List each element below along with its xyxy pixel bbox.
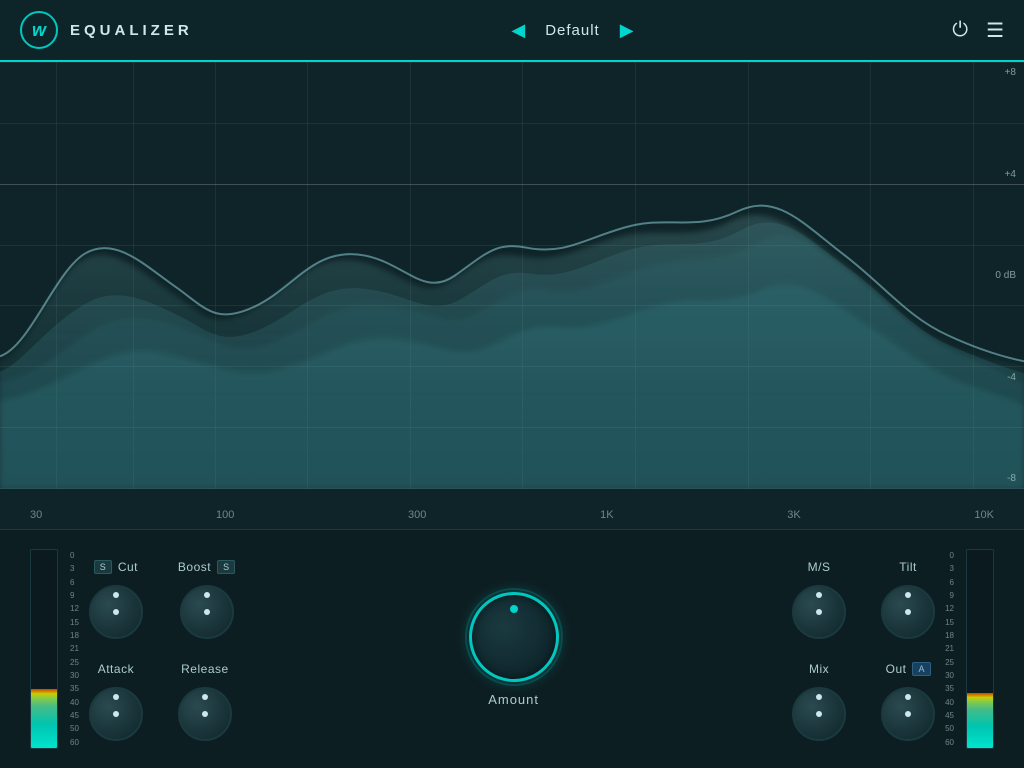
mix-label: Mix — [809, 662, 829, 676]
ms-knob-dot — [816, 592, 822, 598]
header: w EQUALIZER ◀ Default ▶ ⏻ ☰ — [0, 0, 1024, 62]
top-row-knobs: S Cut Boost S — [89, 557, 235, 639]
tilt-knob[interactable] — [881, 585, 935, 639]
freq-3k: 3K — [787, 509, 800, 521]
vu-meter-right-container: 0 3 6 9 12 15 18 21 25 30 35 40 45 50 60 — [945, 549, 1004, 749]
prev-preset-button[interactable]: ◀ — [511, 20, 525, 41]
preset-name: Default — [545, 22, 600, 39]
freq-300: 300 — [408, 509, 426, 521]
attack-label: Attack — [98, 662, 134, 676]
vu-meter-left — [30, 549, 58, 749]
app-title: EQUALIZER — [70, 22, 193, 39]
amount-label: Amount — [488, 692, 539, 707]
amount-container: Amount — [469, 592, 559, 707]
freq-labels: 30 100 300 1K 3K 10K — [30, 509, 994, 521]
db-label-4n: -4 — [995, 372, 1016, 383]
header-left: w EQUALIZER — [20, 11, 193, 49]
out-group: Out A — [881, 659, 935, 741]
bottom-row-right: Mix Out A — [792, 659, 935, 741]
cut-knob[interactable] — [89, 585, 143, 639]
next-preset-button[interactable]: ▶ — [620, 20, 634, 41]
cut-label: Cut — [118, 560, 138, 574]
vu-labels-right: 0 3 6 9 12 15 18 21 25 30 35 40 45 50 60 — [945, 549, 954, 749]
release-knob-dot — [202, 694, 208, 700]
vu-fill-right — [967, 693, 993, 748]
db-label-8n: -8 — [995, 473, 1016, 484]
amount-knob[interactable] — [469, 592, 559, 682]
header-center: ◀ Default ▶ — [511, 20, 633, 41]
vu-meter-left-container: 0 3 6 9 12 15 18 21 25 30 35 40 45 50 60 — [20, 549, 79, 749]
tilt-knob-dot — [905, 592, 911, 598]
boost-knob-dot — [204, 592, 210, 598]
release-group: Release — [178, 659, 232, 741]
freq-10k: 10K — [974, 509, 994, 521]
db-label-8p: +8 — [995, 67, 1016, 78]
mix-group: Mix — [792, 659, 846, 741]
header-right: ⏻ ☰ — [952, 18, 1004, 43]
vu-fill-left — [31, 689, 57, 748]
amount-knob-dot — [510, 605, 518, 613]
tilt-group: Tilt — [881, 557, 935, 639]
out-label: Out — [886, 662, 907, 676]
cut-group: S Cut — [89, 557, 143, 639]
attack-knob-dot — [113, 694, 119, 700]
mix-knob-dot — [816, 694, 822, 700]
cut-badge: S — [94, 560, 112, 574]
freq-100: 100 — [216, 509, 234, 521]
controls-inner: S Cut Boost S — [79, 557, 945, 741]
out-badge: A — [912, 662, 930, 676]
out-knob[interactable] — [881, 687, 935, 741]
power-icon[interactable]: ⏻ — [952, 19, 968, 42]
ms-label: M/S — [808, 560, 831, 574]
vu-labels-left: 0 3 6 9 12 15 18 21 25 30 35 40 45 50 60 — [70, 549, 79, 749]
boost-label: Boost — [178, 560, 211, 574]
ms-knob[interactable] — [792, 585, 846, 639]
freq-1k: 1K — [600, 509, 613, 521]
left-knobs: S Cut Boost S — [89, 557, 235, 741]
vu-meter-right — [966, 549, 994, 749]
menu-icon[interactable]: ☰ — [986, 18, 1004, 43]
out-knob-dot — [905, 694, 911, 700]
boost-knob[interactable] — [180, 585, 234, 639]
top-row-right: M/S Tilt — [792, 557, 935, 639]
freq-30: 30 — [30, 509, 42, 521]
controls: 0 3 6 9 12 15 18 21 25 30 35 40 45 50 60… — [0, 530, 1024, 768]
attack-knob[interactable] — [89, 687, 143, 741]
eq-curve — [0, 62, 1024, 489]
tilt-label: Tilt — [899, 560, 917, 574]
w-logo: w — [20, 11, 58, 49]
db-label-0: 0 dB — [995, 270, 1016, 281]
right-knobs: M/S Tilt — [792, 557, 935, 741]
db-labels: +8 +4 0 dB -4 -8 — [995, 62, 1016, 489]
boost-badge: S — [217, 560, 235, 574]
ms-group: M/S — [792, 557, 846, 639]
boost-group: Boost S — [178, 557, 235, 639]
bottom-row-knobs: Attack Release — [89, 659, 235, 741]
cut-knob-dot — [113, 592, 119, 598]
eq-display: +8 +4 0 dB -4 -8 30 100 300 1K 3K 10K — [0, 62, 1024, 530]
attack-group: Attack — [89, 659, 143, 741]
db-label-4p: +4 — [995, 169, 1016, 180]
mix-knob[interactable] — [792, 687, 846, 741]
release-label: Release — [181, 662, 229, 676]
release-knob[interactable] — [178, 687, 232, 741]
